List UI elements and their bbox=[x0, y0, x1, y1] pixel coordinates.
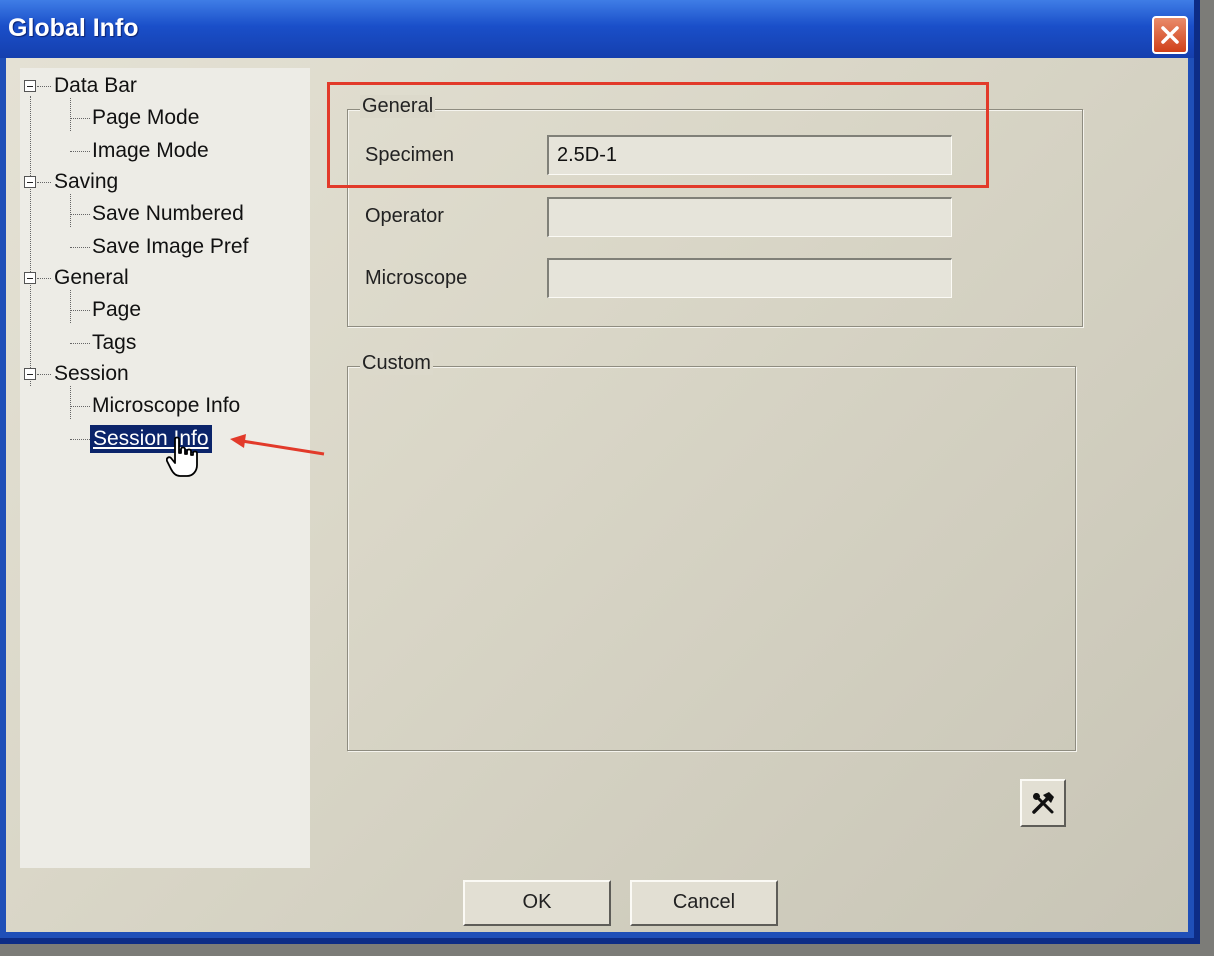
tree-item-saving[interactable]: Saving bbox=[54, 168, 118, 196]
close-icon bbox=[1161, 26, 1179, 44]
tree-item-session[interactable]: Session bbox=[54, 360, 129, 388]
tree-item-image-mode[interactable]: Image Mode bbox=[92, 137, 209, 165]
dialog-client-area: Data Bar Page Mode Image Mode Saving Sav… bbox=[6, 58, 1188, 932]
close-button[interactable] bbox=[1152, 16, 1188, 54]
tree-item-save-numbered[interactable]: Save Numbered bbox=[92, 200, 244, 228]
tree-item-tags[interactable]: Tags bbox=[92, 329, 136, 357]
tree-item-save-image-pref[interactable]: Save Image Pref bbox=[92, 233, 248, 261]
tree-item-page[interactable]: Page bbox=[92, 296, 141, 324]
collapse-icon[interactable] bbox=[24, 176, 36, 188]
annotation-highlight-box bbox=[327, 82, 989, 188]
collapse-icon[interactable] bbox=[24, 368, 36, 380]
title-bar[interactable]: Global Info bbox=[0, 0, 1194, 58]
annotation-arrow-icon bbox=[230, 434, 325, 456]
cancel-button[interactable]: Cancel bbox=[630, 880, 778, 926]
microscope-label: Microscope bbox=[365, 267, 468, 289]
window-title: Global Info bbox=[8, 14, 139, 42]
operator-field[interactable] bbox=[547, 197, 952, 237]
hand-cursor-icon bbox=[166, 436, 198, 477]
custom-legend: Custom bbox=[360, 352, 433, 375]
tree-item-data-bar[interactable]: Data Bar bbox=[54, 72, 137, 100]
settings-tree[interactable]: Data Bar Page Mode Image Mode Saving Sav… bbox=[20, 68, 310, 868]
ok-button[interactable]: OK bbox=[463, 880, 611, 926]
tree-item-general[interactable]: General bbox=[54, 264, 129, 292]
custom-groupbox: Custom bbox=[347, 352, 1076, 751]
microscope-field[interactable] bbox=[547, 258, 952, 298]
collapse-icon[interactable] bbox=[24, 80, 36, 92]
collapse-icon[interactable] bbox=[24, 272, 36, 284]
tools-button[interactable] bbox=[1020, 779, 1066, 827]
operator-label: Operator bbox=[365, 205, 444, 227]
hammer-wrench-icon bbox=[1032, 792, 1054, 814]
tree-item-microscope-info[interactable]: Microscope Info bbox=[92, 392, 240, 420]
tree-item-page-mode[interactable]: Page Mode bbox=[92, 104, 199, 132]
